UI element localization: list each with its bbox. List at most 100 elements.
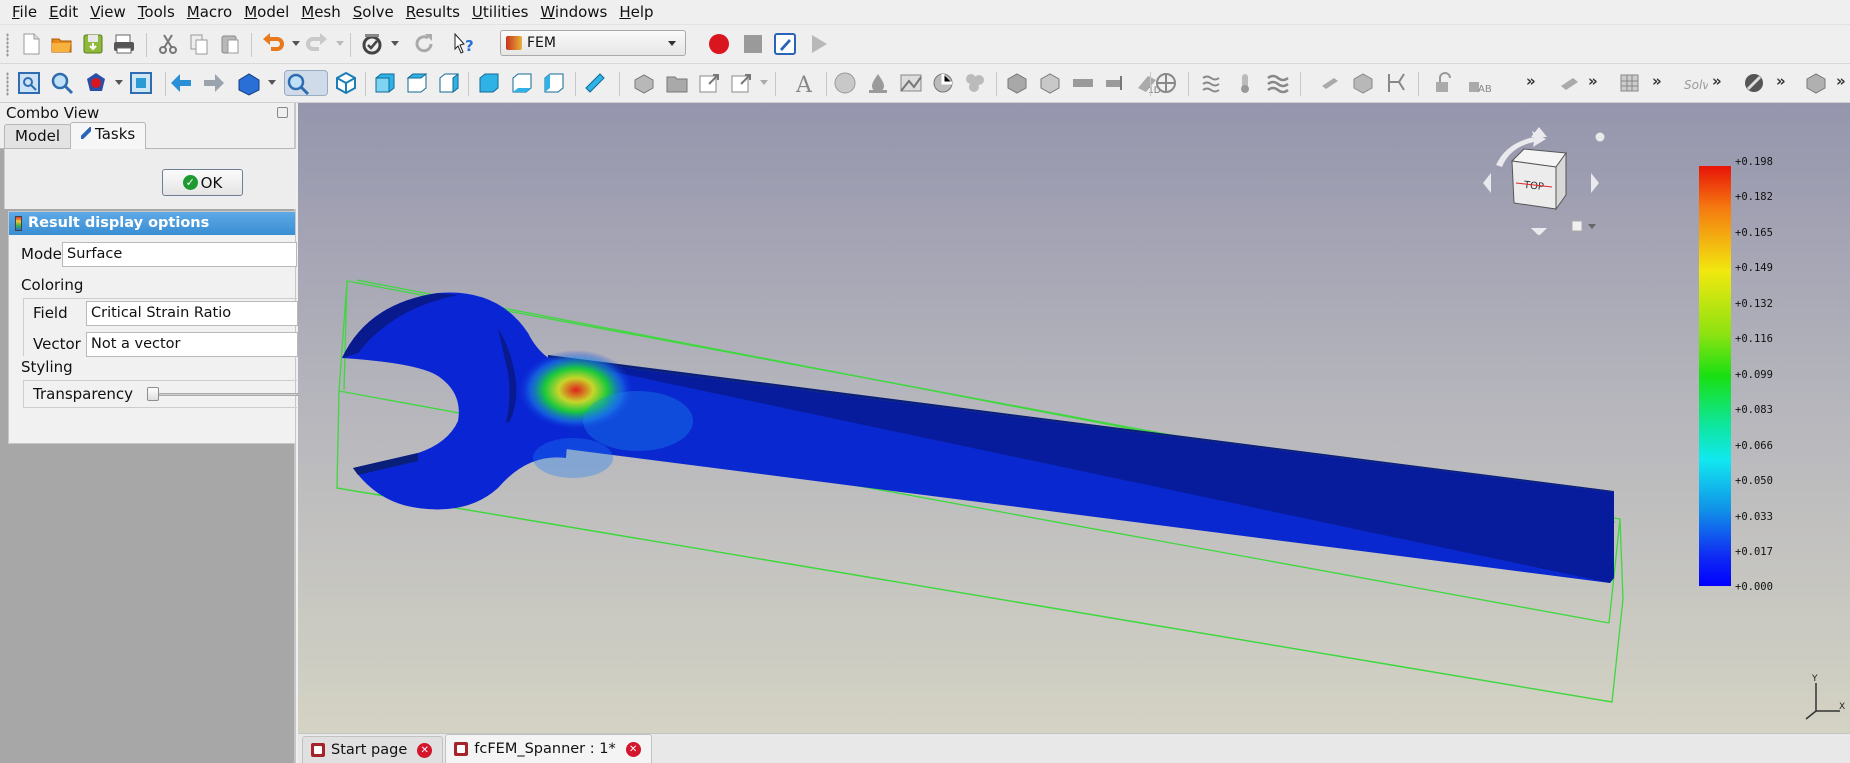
recompute-icon[interactable] bbox=[411, 31, 437, 57]
fem-mesh-gmsh-icon[interactable]: AB bbox=[1465, 70, 1491, 96]
fem-mesh-icon[interactable] bbox=[898, 70, 924, 96]
fem-purge-results-icon[interactable] bbox=[1741, 70, 1767, 96]
ok-button[interactable]: ✓ OK bbox=[162, 169, 243, 196]
fem-solver-setup-icon[interactable] bbox=[1557, 70, 1583, 96]
draw-style-dropdown-icon[interactable] bbox=[115, 80, 123, 85]
macro-run-icon[interactable] bbox=[806, 31, 832, 57]
mode-combobox[interactable]: Surface bbox=[62, 242, 297, 267]
fem-constraint-icon[interactable] bbox=[930, 70, 956, 96]
redo-icon[interactable] bbox=[304, 31, 330, 57]
link-actions-icon[interactable] bbox=[729, 70, 755, 96]
fem-analysis-icon[interactable] bbox=[832, 70, 858, 96]
macro-record-icon[interactable] bbox=[706, 31, 732, 57]
close-icon[interactable]: ✕ bbox=[625, 741, 641, 757]
fem-material-icon[interactable] bbox=[865, 70, 891, 96]
fem-bearing-icon[interactable] bbox=[962, 70, 988, 96]
toolbar-overflow-icon[interactable]: » bbox=[1776, 72, 1786, 90]
menu-mesh[interactable]: Mesh bbox=[295, 0, 347, 24]
fem-transform-icon[interactable] bbox=[1153, 70, 1179, 96]
print-icon[interactable] bbox=[111, 31, 137, 57]
toolbar-overflow-icon[interactable]: » bbox=[1712, 72, 1722, 90]
fem-pressure-icon[interactable] bbox=[1037, 70, 1063, 96]
menu-solve[interactable]: Solve bbox=[347, 0, 400, 24]
isometric-view-icon[interactable] bbox=[333, 70, 359, 96]
view-menu-cube-icon[interactable] bbox=[1571, 220, 1583, 232]
3d-viewport[interactable]: +0.198 +0.182 +0.165 +0.149 +0.132 +0.11… bbox=[298, 103, 1850, 733]
undock-icon[interactable] bbox=[277, 107, 288, 118]
make-link-icon[interactable] bbox=[697, 70, 723, 96]
fem-result-show-icon[interactable] bbox=[1803, 70, 1829, 96]
link-dropdown-icon[interactable] bbox=[760, 80, 768, 85]
tab-start-page[interactable]: Start page ✕ bbox=[302, 736, 444, 763]
fem-shell-icon[interactable] bbox=[1350, 70, 1376, 96]
menu-utilities[interactable]: Utilities bbox=[466, 0, 534, 24]
top-view-icon[interactable] bbox=[404, 70, 430, 96]
menu-tools[interactable]: Tools bbox=[132, 0, 181, 24]
back-arrow-icon[interactable] bbox=[168, 70, 194, 96]
fem-fluid-section-icon[interactable] bbox=[1383, 70, 1409, 96]
fem-result-grid-icon[interactable] bbox=[1617, 70, 1643, 96]
macro-stop-icon[interactable] bbox=[740, 31, 766, 57]
fit-selection-icon[interactable] bbox=[49, 70, 75, 96]
navigation-cube[interactable]: TOP bbox=[1476, 125, 1606, 236]
create-part-icon[interactable] bbox=[631, 70, 657, 96]
view-camera-dropdown-icon[interactable] bbox=[268, 80, 276, 85]
fem-fluid-icon[interactable] bbox=[1265, 70, 1291, 96]
view-camera-icon[interactable] bbox=[236, 70, 262, 96]
menu-model[interactable]: Model bbox=[238, 0, 295, 24]
whats-this-icon[interactable]: ? bbox=[451, 31, 477, 57]
save-icon[interactable] bbox=[80, 31, 106, 57]
view-menu-chevron-icon[interactable] bbox=[1588, 224, 1596, 229]
fem-heatflux-icon[interactable] bbox=[1199, 70, 1225, 96]
undo-icon[interactable] bbox=[260, 31, 286, 57]
fem-beam-section-icon[interactable] bbox=[1317, 70, 1343, 96]
tab-fcfem-spanner[interactable]: fcFEM_Spanner : 1* ✕ bbox=[445, 734, 652, 763]
copy-icon[interactable] bbox=[186, 31, 212, 57]
draw-style-icon[interactable] bbox=[83, 70, 109, 96]
menu-help[interactable]: Help bbox=[613, 0, 659, 24]
refresh-check-icon[interactable] bbox=[359, 31, 385, 57]
menu-results[interactable]: Results bbox=[400, 0, 466, 24]
transparency-slider[interactable] bbox=[150, 393, 298, 396]
menu-edit[interactable]: Edit bbox=[43, 0, 84, 24]
zoom-tool-icon[interactable] bbox=[284, 70, 328, 96]
left-view-icon[interactable] bbox=[541, 70, 567, 96]
menu-view[interactable]: View bbox=[84, 0, 132, 24]
fem-force-icon[interactable] bbox=[1004, 70, 1030, 96]
new-document-icon[interactable] bbox=[18, 31, 44, 57]
create-group-icon[interactable] bbox=[664, 70, 690, 96]
toolbar-overflow-icon[interactable]: » bbox=[1652, 72, 1662, 90]
toolbar-overflow-icon[interactable]: » bbox=[1836, 72, 1846, 90]
menu-macro[interactable]: Macro bbox=[181, 0, 238, 24]
tab-model[interactable]: Model bbox=[4, 124, 72, 148]
forward-arrow-icon[interactable] bbox=[201, 70, 227, 96]
workbench-selector[interactable]: FEM bbox=[500, 30, 686, 56]
tab-tasks[interactable]: Tasks bbox=[70, 122, 147, 149]
view-cube-icon[interactable]: TOP bbox=[1510, 148, 1567, 211]
close-icon[interactable]: ✕ bbox=[417, 742, 433, 758]
fem-mesh-netgen-icon[interactable] bbox=[1432, 70, 1458, 96]
toolbar-overflow-icon[interactable]: » bbox=[1526, 72, 1536, 90]
fit-all-icon[interactable] bbox=[16, 70, 42, 96]
rear-view-icon[interactable] bbox=[476, 70, 502, 96]
open-folder-icon[interactable] bbox=[49, 31, 75, 57]
right-view-icon[interactable] bbox=[436, 70, 462, 96]
toolbar-overflow-icon[interactable]: » bbox=[1588, 72, 1598, 90]
fem-gravity-icon[interactable] bbox=[1103, 70, 1129, 96]
fem-temperature-icon[interactable] bbox=[1232, 70, 1258, 96]
menu-file[interactable]: File bbox=[6, 0, 43, 24]
front-view-icon[interactable] bbox=[372, 70, 398, 96]
fem-displacement-icon[interactable] bbox=[1070, 70, 1096, 96]
undo-dropdown-icon[interactable] bbox=[292, 41, 300, 46]
result-display-header[interactable]: Result display options bbox=[9, 212, 295, 235]
fem-solver-icon[interactable]: Solver bbox=[1682, 70, 1708, 96]
refresh-dropdown-icon[interactable] bbox=[391, 41, 399, 46]
cut-icon[interactable] bbox=[155, 31, 181, 57]
spanner-model[interactable] bbox=[298, 103, 1850, 733]
measure-distance-icon[interactable] bbox=[582, 70, 608, 96]
macro-edit-icon[interactable] bbox=[772, 31, 798, 57]
toolbar-grip[interactable] bbox=[6, 72, 9, 96]
bottom-view-icon[interactable] bbox=[509, 70, 535, 96]
field-combobox[interactable]: Critical Strain Ratio bbox=[86, 301, 298, 326]
bounding-box-icon[interactable] bbox=[128, 70, 154, 96]
